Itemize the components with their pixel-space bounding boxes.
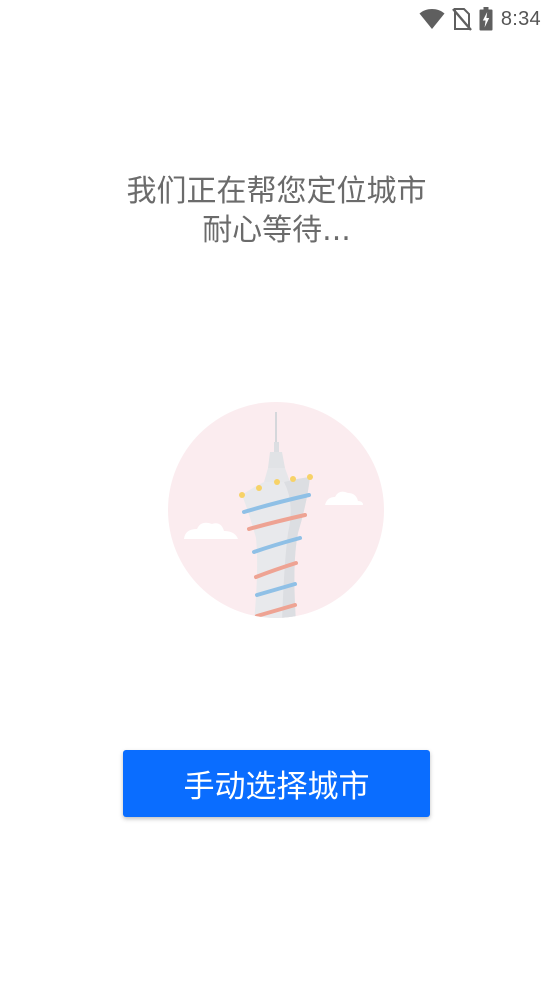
manual-select-city-label: 手动选择城市: [183, 769, 370, 805]
no-sim-icon: [451, 7, 473, 31]
manual-select-city-button[interactable]: 手动选择城市: [123, 750, 430, 817]
locating-message: 我们正在帮您定位城市 耐心等待...: [0, 172, 553, 250]
status-bar: 8:34: [0, 0, 553, 38]
status-icons: 8:34: [419, 6, 541, 32]
city-illustration: [164, 398, 388, 622]
battery-charging-icon: [479, 7, 493, 31]
locating-message-line2: 耐心等待...: [202, 213, 351, 248]
status-time: 8:34: [500, 7, 541, 30]
wifi-icon: [419, 8, 445, 30]
locating-message-line1: 我们正在帮您定位城市: [126, 174, 427, 209]
